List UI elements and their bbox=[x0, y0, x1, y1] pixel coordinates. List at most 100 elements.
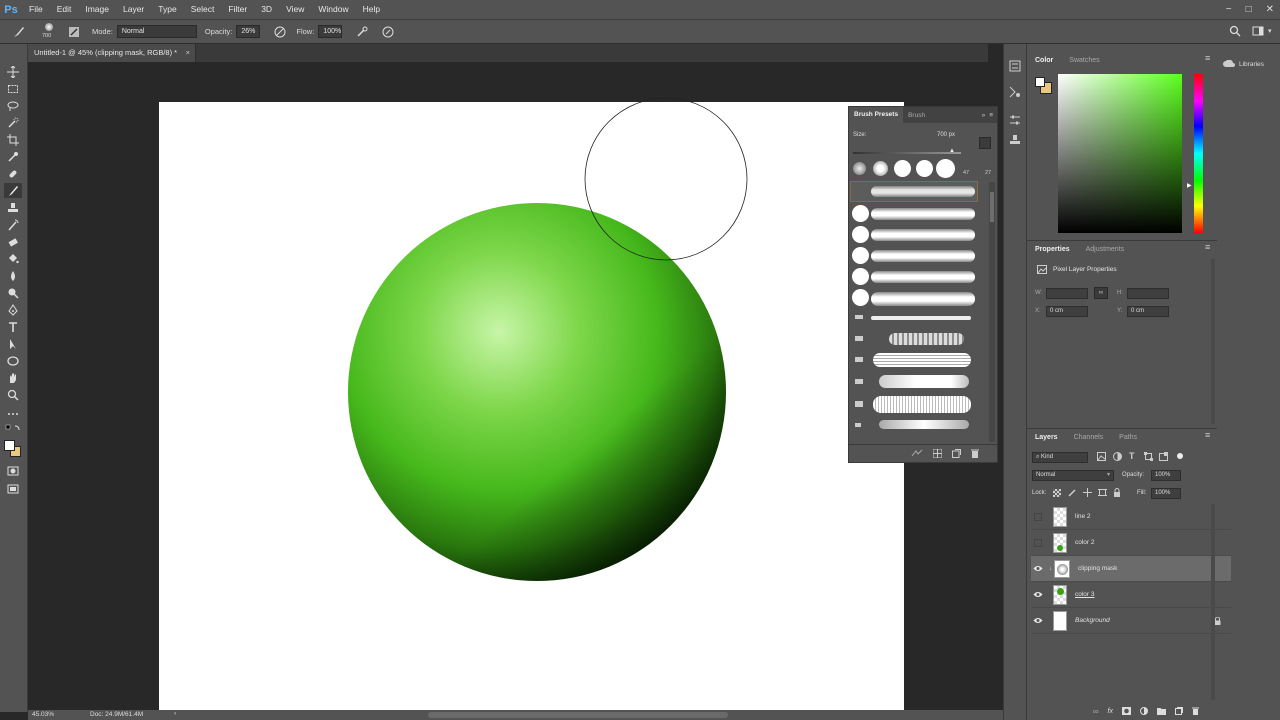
default-colors-icon[interactable] bbox=[4, 424, 22, 434]
history-brush-tool-icon[interactable] bbox=[4, 217, 22, 232]
brush-tip-hard-2[interactable] bbox=[916, 160, 933, 177]
fill-input[interactable]: 100% bbox=[1151, 488, 1181, 499]
new-layer-icon[interactable] bbox=[1175, 707, 1183, 715]
tab-swatches[interactable]: Swatches bbox=[1061, 57, 1107, 64]
blur-tool-icon[interactable] bbox=[4, 268, 22, 283]
paint-bucket-tool-icon[interactable] bbox=[4, 251, 22, 266]
layer-opacity-input[interactable]: 100% bbox=[1151, 470, 1181, 481]
eyedropper-tool-icon[interactable] bbox=[4, 149, 22, 164]
toggle-brush-panel-icon[interactable] bbox=[911, 449, 923, 458]
new-group-icon[interactable] bbox=[1157, 707, 1166, 715]
brush-size-field[interactable]: 700 px bbox=[937, 132, 955, 138]
screen-mode-icon[interactable] bbox=[4, 481, 22, 496]
lock-transparent-icon[interactable] bbox=[1053, 489, 1061, 497]
brush-tip-soft-2[interactable] bbox=[873, 161, 888, 176]
history-panel-icon[interactable] bbox=[1009, 60, 1021, 72]
brush-preset-icon-11[interactable] bbox=[855, 401, 863, 407]
visibility-toggle-empty[interactable] bbox=[1031, 504, 1045, 530]
brush-tool-icon[interactable] bbox=[4, 183, 22, 198]
brush-list-scroll-thumb[interactable] bbox=[990, 192, 994, 222]
filter-type-icon[interactable]: T bbox=[1129, 451, 1135, 461]
path-selection-tool-icon[interactable] bbox=[4, 336, 22, 351]
link-icon[interactable]: ∞ bbox=[1094, 287, 1108, 299]
menu-window[interactable]: Window bbox=[311, 0, 355, 19]
layer-row[interactable]: color 2 bbox=[1031, 530, 1231, 556]
menu-layer[interactable]: Layer bbox=[116, 0, 151, 19]
brush-tip-hard-1[interactable] bbox=[894, 160, 911, 177]
brush-tip-soft-1[interactable] bbox=[853, 162, 866, 175]
hue-slider[interactable] bbox=[1194, 74, 1203, 233]
eraser-tool-icon[interactable] bbox=[4, 234, 22, 249]
brush-preset-icon-2[interactable] bbox=[852, 205, 869, 222]
filter-toggle-icon[interactable] bbox=[1177, 453, 1183, 459]
layer-row[interactable]: line 2 bbox=[1031, 504, 1231, 530]
menu-type[interactable]: Type bbox=[151, 0, 183, 19]
menu-filter[interactable]: Filter bbox=[221, 0, 254, 19]
workspace-menu-icon[interactable]: ▾ bbox=[1268, 27, 1272, 35]
more-tools-icon[interactable] bbox=[4, 406, 22, 421]
menu-edit[interactable]: Edit bbox=[50, 0, 79, 19]
maximize-button[interactable]: □ bbox=[1246, 4, 1252, 15]
brush-panel-toggle-icon[interactable] bbox=[68, 26, 80, 38]
hand-tool-icon[interactable] bbox=[4, 370, 22, 385]
tab-adjustments[interactable]: Adjustments bbox=[1078, 246, 1133, 253]
layers-scrollbar[interactable] bbox=[1211, 504, 1215, 700]
pressure-size-icon[interactable] bbox=[382, 26, 394, 38]
tab-brush-presets[interactable]: Brush Presets bbox=[849, 107, 904, 123]
link-layers-icon[interactable]: ∞ bbox=[1093, 707, 1099, 716]
layers-panel-menu-icon[interactable]: ≡ bbox=[1205, 430, 1210, 440]
new-brush-icon[interactable] bbox=[952, 449, 961, 458]
menu-help[interactable]: Help bbox=[356, 0, 387, 19]
tab-channels[interactable]: Channels bbox=[1066, 434, 1112, 441]
layer-row[interactable]: color 3 bbox=[1031, 582, 1231, 608]
zoom-level[interactable]: 45.03% bbox=[32, 711, 54, 718]
tab-layers[interactable]: Layers bbox=[1027, 434, 1066, 441]
dodge-tool-icon[interactable] bbox=[4, 285, 22, 300]
healing-brush-tool-icon[interactable] bbox=[4, 166, 22, 181]
canvas-area[interactable] bbox=[28, 62, 988, 712]
document-tab[interactable]: Untitled-1 @ 45% (clipping mask, RGB/8) … bbox=[28, 44, 196, 62]
collapse-icon[interactable]: » bbox=[982, 112, 986, 119]
filter-adjustment-icon[interactable] bbox=[1113, 452, 1122, 461]
eye-icon[interactable] bbox=[1031, 582, 1045, 608]
menu-3d[interactable]: 3D bbox=[254, 0, 279, 19]
move-tool-icon[interactable] bbox=[4, 64, 22, 79]
delete-brush-icon[interactable] bbox=[971, 449, 979, 458]
search-icon[interactable] bbox=[1229, 25, 1241, 37]
menu-image[interactable]: Image bbox=[78, 0, 116, 19]
status-expand-icon[interactable]: › bbox=[174, 710, 176, 717]
brush-preset-icon-8[interactable] bbox=[855, 336, 863, 341]
lock-all-icon[interactable] bbox=[1113, 488, 1121, 497]
filter-smart-object-icon[interactable] bbox=[1159, 452, 1168, 461]
color-field[interactable] bbox=[1058, 74, 1182, 233]
brush-size-slider[interactable] bbox=[853, 152, 961, 154]
tab-brush[interactable]: Brush bbox=[903, 112, 930, 119]
airbrush-icon[interactable] bbox=[356, 26, 368, 38]
brush-preset-icon-9[interactable] bbox=[855, 357, 863, 362]
fx-icon[interactable]: fx bbox=[1108, 708, 1113, 715]
mode-select[interactable]: Normal bbox=[116, 25, 197, 38]
brush-tip-hard-3[interactable] bbox=[936, 159, 955, 178]
adjust-panel-icon[interactable] bbox=[1009, 114, 1021, 126]
clone-source-icon[interactable] bbox=[1009, 134, 1021, 146]
close-tab-icon[interactable]: × bbox=[186, 44, 190, 62]
flow-input[interactable]: 100% bbox=[318, 25, 343, 38]
delete-layer-icon[interactable] bbox=[1192, 707, 1199, 715]
eye-icon[interactable] bbox=[1031, 608, 1045, 634]
hue-marker-icon[interactable]: ▶ bbox=[1187, 182, 1192, 189]
clone-stamp-tool-icon[interactable] bbox=[4, 200, 22, 215]
minimize-button[interactable]: − bbox=[1226, 4, 1232, 15]
actions-panel-icon[interactable] bbox=[1009, 86, 1021, 98]
opacity-input[interactable]: 26% bbox=[236, 25, 261, 38]
brush-preset-icon-10[interactable] bbox=[855, 379, 863, 384]
quick-mask-icon[interactable] bbox=[4, 463, 22, 478]
adjustment-layer-icon[interactable] bbox=[1140, 707, 1148, 715]
tab-properties[interactable]: Properties bbox=[1027, 246, 1078, 253]
workspace-icon[interactable] bbox=[1252, 25, 1264, 37]
height-field[interactable] bbox=[1127, 288, 1169, 299]
horizontal-scrollbar-thumb[interactable] bbox=[428, 712, 728, 718]
tab-color[interactable]: Color bbox=[1027, 57, 1061, 64]
pressure-opacity-icon[interactable] bbox=[274, 26, 286, 38]
brush-preset-icon-6[interactable] bbox=[852, 289, 869, 306]
quick-select-tool-icon[interactable] bbox=[4, 115, 22, 130]
